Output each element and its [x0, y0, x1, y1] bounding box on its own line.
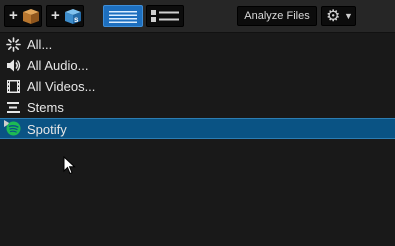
detail-list-icon — [151, 10, 179, 22]
cube-box-icon — [23, 9, 39, 24]
toolbar: + + s Analyze Files ⚙ ▼ — [0, 0, 395, 33]
sparkle-icon — [6, 37, 21, 52]
list-lines-icon — [109, 11, 137, 23]
library-item-label: All Videos... — [27, 79, 96, 94]
add-library-button[interactable]: + — [4, 5, 42, 27]
plus-icon: + — [51, 7, 60, 24]
library-item-all-videos[interactable]: All Videos... — [0, 76, 395, 97]
chevron-down-icon: ▼ — [344, 11, 353, 21]
serato-box-icon: s — [65, 9, 81, 24]
simple-list-view-button[interactable] — [103, 5, 143, 27]
analyze-files-button[interactable]: Analyze Files — [237, 6, 317, 26]
settings-button[interactable]: ⚙ ▼ — [321, 6, 356, 26]
library-item-spotify[interactable]: Spotify — [0, 118, 395, 139]
library-item-all-audio[interactable]: All Audio... — [0, 55, 395, 76]
gear-icon: ⚙ — [326, 8, 341, 25]
film-icon — [7, 80, 20, 93]
library-item-label: Spotify — [27, 122, 67, 137]
spotify-icon — [6, 121, 21, 136]
library-item-label: Stems — [27, 100, 64, 115]
library-item-label: All Audio... — [27, 58, 89, 73]
plus-icon: + — [9, 7, 18, 24]
library-item-all[interactable]: All... — [0, 34, 395, 55]
library-item-stems[interactable]: Stems — [0, 97, 395, 118]
library-item-label: All... — [27, 37, 53, 52]
add-serato-button[interactable]: + s — [46, 5, 84, 27]
svg-text:s: s — [74, 15, 79, 24]
stems-icon — [7, 102, 20, 113]
mouse-cursor-icon — [63, 156, 76, 175]
detail-list-view-button[interactable] — [146, 5, 184, 27]
library-list: All... All Audio... All Videos... Stems — [0, 34, 395, 139]
speaker-icon — [7, 59, 21, 72]
